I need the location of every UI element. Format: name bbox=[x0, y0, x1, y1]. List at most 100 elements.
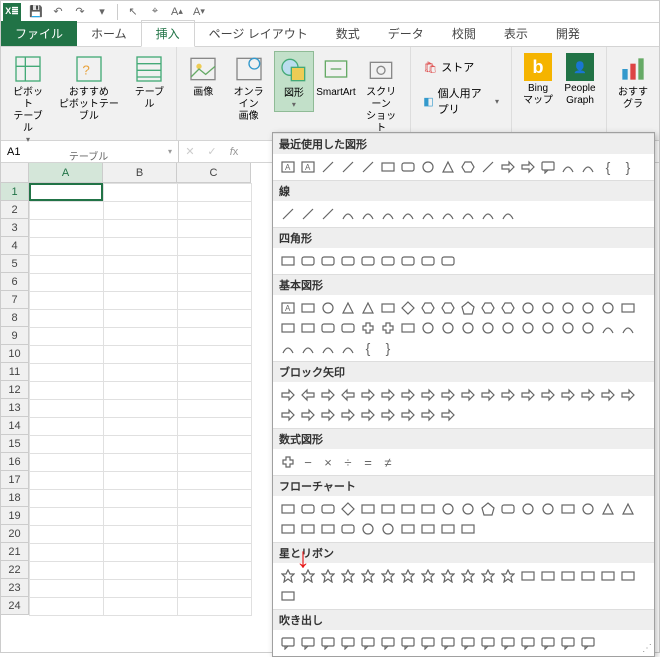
shape-item[interactable] bbox=[539, 299, 557, 317]
shape-item[interactable] bbox=[559, 158, 577, 176]
shape-item[interactable] bbox=[439, 299, 457, 317]
fx-button[interactable]: fx bbox=[223, 146, 245, 158]
shape-item[interactable] bbox=[339, 567, 357, 585]
tab-view[interactable]: 表示 bbox=[490, 21, 542, 46]
cell[interactable] bbox=[104, 238, 178, 256]
shape-item[interactable] bbox=[399, 319, 417, 337]
cell[interactable] bbox=[178, 328, 252, 346]
shape-item[interactable] bbox=[619, 319, 637, 337]
shape-item[interactable] bbox=[599, 386, 617, 404]
shape-item[interactable] bbox=[539, 567, 557, 585]
shape-item[interactable]: A bbox=[279, 299, 297, 317]
row-header-5[interactable]: 5 bbox=[1, 255, 29, 273]
shape-item[interactable] bbox=[339, 339, 357, 357]
row-header-16[interactable]: 16 bbox=[1, 453, 29, 471]
pointer-icon[interactable]: ⌖ bbox=[144, 2, 166, 22]
shape-item[interactable] bbox=[279, 453, 297, 471]
cell[interactable] bbox=[30, 490, 104, 508]
row-header-13[interactable]: 13 bbox=[1, 399, 29, 417]
shape-item[interactable] bbox=[419, 252, 437, 270]
shape-item[interactable] bbox=[359, 520, 377, 538]
tab-pagelayout[interactable]: ページ レイアウト bbox=[195, 21, 322, 46]
cell[interactable] bbox=[178, 472, 252, 490]
shape-item[interactable] bbox=[439, 567, 457, 585]
touch-mode-icon[interactable]: ↖ bbox=[122, 2, 144, 22]
shape-item[interactable] bbox=[419, 386, 437, 404]
shape-item[interactable] bbox=[419, 634, 437, 652]
shape-item[interactable] bbox=[499, 205, 517, 223]
shape-item[interactable] bbox=[399, 500, 417, 518]
shape-item[interactable] bbox=[379, 158, 397, 176]
online-pictures-button[interactable]: オンライン 画像 bbox=[225, 51, 272, 125]
shape-item[interactable] bbox=[559, 299, 577, 317]
shape-item[interactable] bbox=[439, 500, 457, 518]
shape-item[interactable] bbox=[459, 520, 477, 538]
font-increase-icon[interactable]: A▴ bbox=[166, 2, 188, 22]
tab-dev[interactable]: 開発 bbox=[542, 21, 594, 46]
row-header-24[interactable]: 24 bbox=[1, 597, 29, 615]
shape-item[interactable] bbox=[439, 406, 457, 424]
shape-item[interactable] bbox=[299, 634, 317, 652]
cell[interactable] bbox=[30, 382, 104, 400]
cell[interactable] bbox=[104, 436, 178, 454]
cell[interactable] bbox=[30, 562, 104, 580]
save-button[interactable]: 💾 bbox=[25, 2, 47, 22]
shape-item[interactable] bbox=[299, 299, 317, 317]
shape-item[interactable] bbox=[459, 386, 477, 404]
row-header-3[interactable]: 3 bbox=[1, 219, 29, 237]
shape-item[interactable] bbox=[459, 319, 477, 337]
row-header-1[interactable]: 1 bbox=[1, 183, 29, 201]
shape-item[interactable] bbox=[539, 319, 557, 337]
cell[interactable] bbox=[30, 328, 104, 346]
shape-item[interactable] bbox=[419, 567, 437, 585]
row-header-18[interactable]: 18 bbox=[1, 489, 29, 507]
row-header-14[interactable]: 14 bbox=[1, 417, 29, 435]
cell[interactable] bbox=[30, 238, 104, 256]
cell[interactable] bbox=[30, 364, 104, 382]
column-header-C[interactable]: C bbox=[177, 163, 251, 183]
shape-item[interactable] bbox=[299, 386, 317, 404]
row-header-6[interactable]: 6 bbox=[1, 273, 29, 291]
shape-item[interactable] bbox=[399, 252, 417, 270]
shape-item[interactable] bbox=[579, 567, 597, 585]
cell[interactable] bbox=[30, 472, 104, 490]
shape-item[interactable] bbox=[339, 520, 357, 538]
shape-item[interactable] bbox=[419, 520, 437, 538]
shape-item[interactable] bbox=[379, 567, 397, 585]
shape-item[interactable] bbox=[279, 587, 297, 605]
cell[interactable] bbox=[30, 598, 104, 616]
shape-item[interactable] bbox=[479, 567, 497, 585]
resize-grip-icon[interactable]: ⋰ bbox=[642, 643, 652, 654]
shape-item[interactable] bbox=[559, 500, 577, 518]
shape-item[interactable] bbox=[519, 500, 537, 518]
shape-item[interactable] bbox=[399, 520, 417, 538]
row-header-2[interactable]: 2 bbox=[1, 201, 29, 219]
shape-item[interactable] bbox=[339, 252, 357, 270]
shape-item[interactable] bbox=[399, 205, 417, 223]
shape-item[interactable] bbox=[539, 634, 557, 652]
shape-item[interactable] bbox=[419, 158, 437, 176]
shape-item[interactable] bbox=[299, 339, 317, 357]
recommended-pivot-button[interactable]: ? おすすめ ピボットテーブル bbox=[51, 51, 127, 125]
shape-item[interactable]: } bbox=[379, 339, 397, 357]
cell[interactable] bbox=[30, 418, 104, 436]
cell[interactable] bbox=[104, 346, 178, 364]
shape-item[interactable] bbox=[319, 520, 337, 538]
row-header-12[interactable]: 12 bbox=[1, 381, 29, 399]
select-all-corner[interactable] bbox=[1, 163, 29, 183]
pivot-table-button[interactable]: ピボット テーブル ▾ bbox=[7, 51, 49, 146]
shape-item[interactable] bbox=[459, 299, 477, 317]
shape-item[interactable] bbox=[279, 319, 297, 337]
row-header-20[interactable]: 20 bbox=[1, 525, 29, 543]
cell[interactable] bbox=[178, 364, 252, 382]
shape-item[interactable] bbox=[279, 252, 297, 270]
cell[interactable] bbox=[104, 202, 178, 220]
shape-item[interactable] bbox=[359, 500, 377, 518]
name-box[interactable]: ▾ bbox=[1, 141, 179, 162]
cell[interactable] bbox=[178, 382, 252, 400]
shape-item[interactable] bbox=[379, 252, 397, 270]
cell[interactable] bbox=[178, 508, 252, 526]
shape-item[interactable] bbox=[479, 299, 497, 317]
shape-item[interactable] bbox=[579, 500, 597, 518]
shape-item[interactable] bbox=[299, 567, 317, 585]
